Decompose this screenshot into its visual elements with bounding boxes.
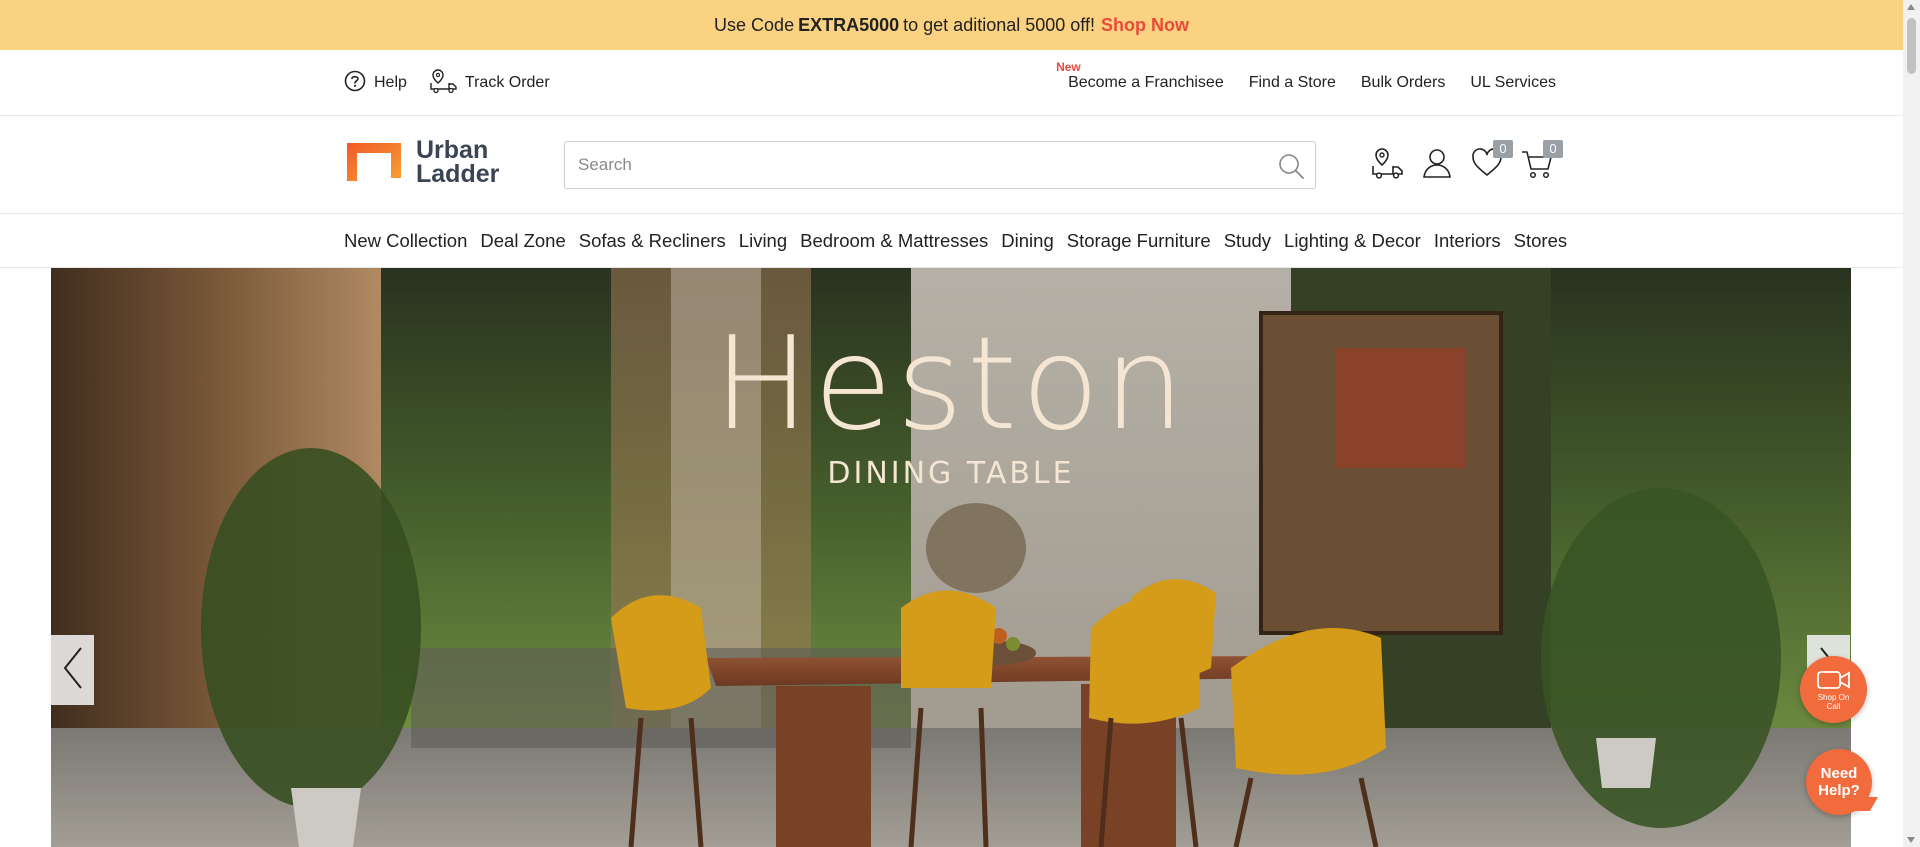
hero-subtitle: DINING TABLE xyxy=(827,456,1075,491)
logo-text-line1: Urban xyxy=(416,136,489,164)
chevron-left-icon xyxy=(61,644,85,697)
hero-title: Heston xyxy=(713,310,1189,459)
nav-new-collection[interactable]: New Collection xyxy=(344,230,467,252)
help-label: Help xyxy=(374,74,407,91)
scroll-down-arrow-icon[interactable] xyxy=(1907,837,1915,843)
track-order-link[interactable]: Track Order xyxy=(429,68,550,99)
shop-on-call-line2: Call xyxy=(1826,701,1841,711)
need-help-button[interactable]: Need Help? xyxy=(1806,749,1872,815)
page-scrollbar[interactable] xyxy=(1903,0,1920,847)
nav-interiors[interactable]: Interiors xyxy=(1434,230,1501,252)
promo-banner: Use Code EXTRA5000 to get aditional 5000… xyxy=(0,0,1903,50)
truck-location-icon xyxy=(429,68,457,99)
user-profile-icon[interactable] xyxy=(1421,146,1453,180)
shop-on-call-button[interactable]: Shop On Call xyxy=(1800,656,1867,723)
nav-bedroom-mattresses[interactable]: Bedroom & Mattresses xyxy=(800,230,988,252)
logo-mark-icon xyxy=(344,140,404,184)
hero-banner[interactable]: Heston DINING TABLE xyxy=(51,268,1851,847)
category-nav: New Collection Deal Zone Sofas & Recline… xyxy=(0,214,1903,268)
nav-storage-furniture[interactable]: Storage Furniture xyxy=(1067,230,1211,252)
help-icon xyxy=(344,70,366,97)
become-franchisee-label: Become a Franchisee xyxy=(1068,74,1224,91)
search-input[interactable] xyxy=(565,142,1245,188)
search-bar xyxy=(564,141,1316,189)
scroll-up-arrow-icon[interactable] xyxy=(1907,4,1915,10)
find-store-link[interactable]: Find a Store xyxy=(1249,74,1336,92)
nav-dining[interactable]: Dining xyxy=(1001,230,1053,252)
carousel-prev-button[interactable] xyxy=(51,635,94,705)
bulk-orders-link[interactable]: Bulk Orders xyxy=(1361,74,1445,92)
nav-lighting-decor[interactable]: Lighting & Decor xyxy=(1284,230,1421,252)
new-tag: New xyxy=(1056,60,1081,74)
store-locator-icon[interactable] xyxy=(1371,146,1403,180)
wishlist-count-badge: 0 xyxy=(1493,140,1513,158)
shop-on-call-line1: Shop On xyxy=(1817,692,1850,702)
urban-ladder-logo[interactable]: Urban Ladder xyxy=(344,136,500,188)
video-call-icon xyxy=(1816,669,1852,693)
cart-count-badge: 0 xyxy=(1543,140,1563,158)
nav-sofas-recliners[interactable]: Sofas & Recliners xyxy=(579,230,726,252)
shop-now-link[interactable]: Shop Now xyxy=(1101,15,1189,36)
promo-code: EXTRA5000 xyxy=(798,14,900,35)
cart-icon[interactable]: 0 xyxy=(1521,140,1563,180)
track-order-label: Track Order xyxy=(464,74,550,91)
search-icon[interactable] xyxy=(1277,152,1305,180)
ul-services-link[interactable]: UL Services xyxy=(1470,74,1556,92)
header-icons: 0 0 xyxy=(1371,140,1563,180)
logo-text-line2: Ladder xyxy=(416,160,500,188)
nav-stores[interactable]: Stores xyxy=(1514,230,1567,252)
become-franchisee-link[interactable]: New Become a Franchisee xyxy=(1056,60,1224,92)
main-header: Urban Ladder 0 0 xyxy=(0,116,1903,214)
promo-text-before: Use Code xyxy=(714,14,795,35)
need-help-line1: Need xyxy=(1820,765,1858,782)
nav-deal-zone[interactable]: Deal Zone xyxy=(480,230,565,252)
scrollbar-thumb[interactable] xyxy=(1907,18,1916,74)
wishlist-heart-icon[interactable]: 0 xyxy=(1471,140,1513,180)
help-link[interactable]: Help xyxy=(344,70,407,97)
nav-living[interactable]: Living xyxy=(739,230,787,252)
promo-text-after: to get aditional 5000 off! xyxy=(903,14,1095,35)
need-help-line2: Help? xyxy=(1818,782,1860,799)
nav-study[interactable]: Study xyxy=(1224,230,1271,252)
utility-bar: Help Track Order New Become a Franchisee… xyxy=(0,50,1903,116)
